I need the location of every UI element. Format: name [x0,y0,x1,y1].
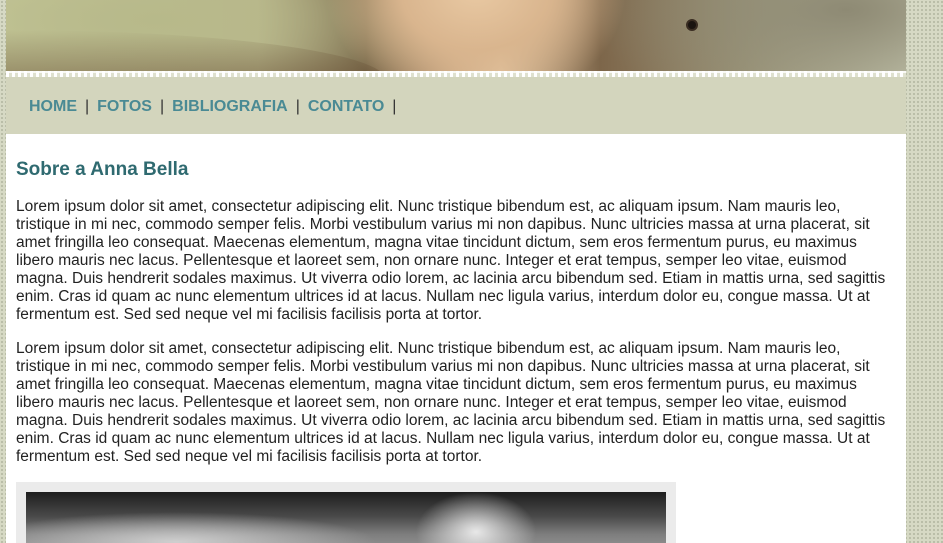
nav-separator: | [295,98,300,115]
nav-link-fotos[interactable]: FOTOS [97,98,152,115]
banner-bottom-border [6,71,906,77]
content-paragraph: Lorem ipsum dolor sit amet, consectetur … [16,198,886,323]
main-nav: HOME | FOTOS | BIBLIOGRAFIA | CONTATO | [6,77,906,134]
nav-link-contato[interactable]: CONTATO [308,98,384,115]
nav-link-home[interactable]: HOME [29,98,77,115]
nav-separator: | [85,98,90,115]
content-paragraph: Lorem ipsum dolor sit amet, consectetur … [16,340,886,465]
banner-earring-shape [686,19,698,31]
banner-hair-shape [6,30,386,77]
page-title: Sobre a Anna Bella [16,159,189,180]
black-white-photo [26,492,666,543]
nav-link-bibliografia[interactable]: BIBLIOGRAFIA [172,98,288,115]
header-banner-image [6,0,906,77]
main-content: Sobre a Anna Bella Lorem ipsum dolor sit… [6,134,906,543]
nav-separator: | [392,98,397,115]
page-container: HOME | FOTOS | BIBLIOGRAFIA | CONTATO | Sobre a… [6,0,906,543]
nav-separator: | [159,98,165,115]
photo-frame [16,482,676,543]
